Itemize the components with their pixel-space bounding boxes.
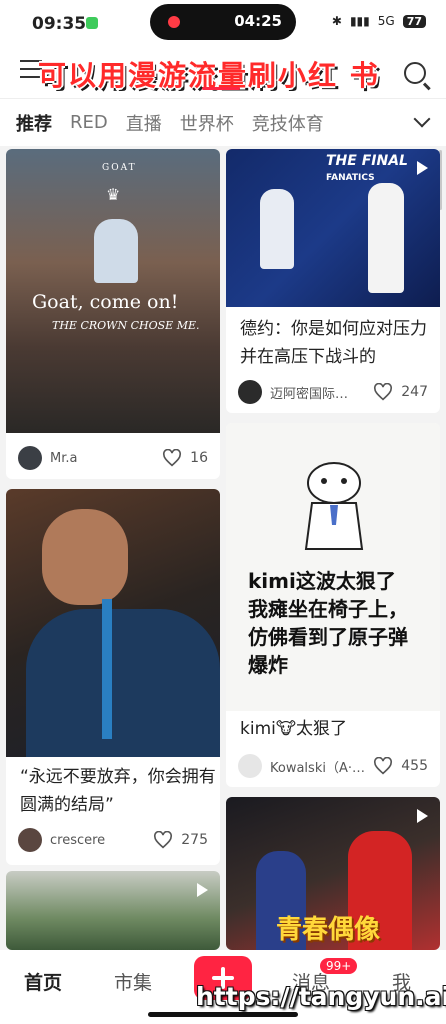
- person-figure: [368, 183, 404, 293]
- post-video-thumbnail: 青春偶像: [226, 797, 440, 950]
- feed-card-djokovic[interactable]: THE FINAL FANATICS 德约：你是如何应对压力并在高压下战斗的 迈…: [226, 149, 440, 413]
- avatar[interactable]: [238, 380, 262, 404]
- network-label: 5G: [377, 14, 395, 28]
- author-name[interactable]: crescere: [50, 833, 153, 848]
- tab-recommend[interactable]: 推荐: [16, 110, 52, 136]
- card-meta: crescere 275: [18, 827, 208, 853]
- active-tab-underline: [202, 87, 240, 90]
- dynamic-island[interactable]: 04:25: [150, 4, 296, 40]
- feed-card-goat[interactable]: GOAT ♛ Goat, come on! THE CROWN CHOSE ME…: [6, 149, 220, 479]
- player-head: [42, 509, 128, 605]
- card-meta: 迈阿密国际… 247: [238, 379, 428, 405]
- image-caption-top: GOAT: [102, 163, 137, 173]
- recording-icon: [168, 16, 180, 28]
- image-text: kimi这波太狠了 我瘫坐在椅子上， 仿佛看到了原子弹 爆炸: [248, 569, 408, 677]
- tab-sports[interactable]: 竞技体育: [252, 110, 324, 136]
- chevron-down-icon[interactable]: [413, 110, 431, 128]
- app-indicator-icon: [86, 17, 98, 29]
- post-video-thumbnail: THE FINAL FANATICS: [226, 149, 440, 307]
- like-count: 16: [190, 450, 208, 466]
- crown-icon: ♛: [106, 185, 121, 204]
- like-count: 275: [181, 832, 208, 848]
- post-title[interactable]: kimi🐮太狠了: [240, 715, 430, 743]
- status-time: 09:35: [32, 14, 87, 34]
- person-figure: [260, 189, 294, 269]
- status-icons: ✱ ▮▮▮ 5G 77: [332, 14, 426, 28]
- player-figure: [94, 219, 138, 283]
- heart-icon[interactable]: [162, 449, 182, 467]
- search-icon[interactable]: [404, 62, 426, 84]
- post-title[interactable]: “永远不要放弃，你会拥有圆满的结局”: [20, 763, 216, 819]
- image-caption-line1: Goat, come on!: [32, 291, 179, 313]
- player-shirt: [26, 609, 220, 757]
- feed-card-kimi[interactable]: kimi这波太狠了 我瘫坐在椅子上， 仿佛看到了原子弹 爆炸 kimi🐮太狠了 …: [226, 423, 440, 787]
- nav-market[interactable]: 市集: [114, 968, 152, 995]
- status-bar: 09:35 04:25 ✱ ▮▮▮ 5G 77: [0, 0, 446, 50]
- video-play-icon: [417, 809, 428, 823]
- signal-icon: ▮▮▮: [349, 14, 370, 28]
- author-name[interactable]: Kowalski（A·…: [270, 757, 373, 776]
- home-indicator[interactable]: [148, 1012, 298, 1017]
- post-title[interactable]: 德约：你是如何应对压力并在高压下战斗的: [240, 315, 430, 371]
- recording-time: 04:25: [234, 12, 282, 30]
- medal-ribbon: [102, 599, 112, 739]
- heart-icon[interactable]: [153, 831, 173, 849]
- avatar[interactable]: [18, 446, 42, 470]
- post-image: GOAT ♛ Goat, come on! THE CROWN CHOSE ME…: [6, 149, 220, 433]
- image-caption-line2: THE CROWN CHOSE ME.: [52, 319, 200, 332]
- video-sponsor-text: FANATICS: [326, 173, 375, 183]
- category-tabs: 推荐 RED 直播 世界杯 竞技体育: [0, 98, 446, 146]
- card-meta: Kowalski（A·… 455: [238, 753, 428, 779]
- like-count: 455: [401, 758, 428, 774]
- nav-home[interactable]: 首页: [24, 968, 62, 995]
- top-header: 可以用漫游流量刷小红 书: [0, 50, 446, 98]
- card-meta: Mr.a 16: [18, 445, 208, 471]
- image-caption: 青春偶像: [276, 915, 381, 945]
- feed-card-messi[interactable]: “永远不要放弃，你会拥有圆满的结局” crescere 275: [6, 489, 220, 865]
- tab-red[interactable]: RED: [70, 112, 108, 133]
- watermark-text: https://tangyun.ai: [196, 982, 446, 1011]
- feed-card-football-stars[interactable]: 青春偶像: [226, 797, 440, 950]
- author-name[interactable]: 迈阿密国际…: [270, 383, 373, 402]
- avatar[interactable]: [238, 754, 262, 778]
- tab-world-cup[interactable]: 世界杯: [180, 110, 234, 136]
- heart-icon[interactable]: [373, 757, 393, 775]
- heart-icon[interactable]: [373, 383, 393, 401]
- avatar[interactable]: [18, 828, 42, 852]
- video-banner-text: THE FINAL: [326, 153, 408, 169]
- bluetooth-icon: ✱: [331, 14, 342, 28]
- tab-live[interactable]: 直播: [126, 110, 162, 136]
- feed-card-landscape[interactable]: [6, 871, 220, 950]
- cartoon-illustration: [304, 462, 364, 550]
- post-image: kimi这波太狠了 我瘫坐在椅子上， 仿佛看到了原子弹 爆炸: [226, 423, 440, 711]
- post-image: [6, 489, 220, 757]
- post-video-thumbnail: [6, 871, 220, 950]
- author-name[interactable]: Mr.a: [50, 451, 162, 466]
- video-play-icon: [417, 161, 428, 175]
- messages-badge: 99+: [320, 958, 358, 974]
- video-play-icon: [197, 883, 208, 897]
- battery-icon: 77: [402, 14, 426, 28]
- like-count: 247: [401, 384, 428, 400]
